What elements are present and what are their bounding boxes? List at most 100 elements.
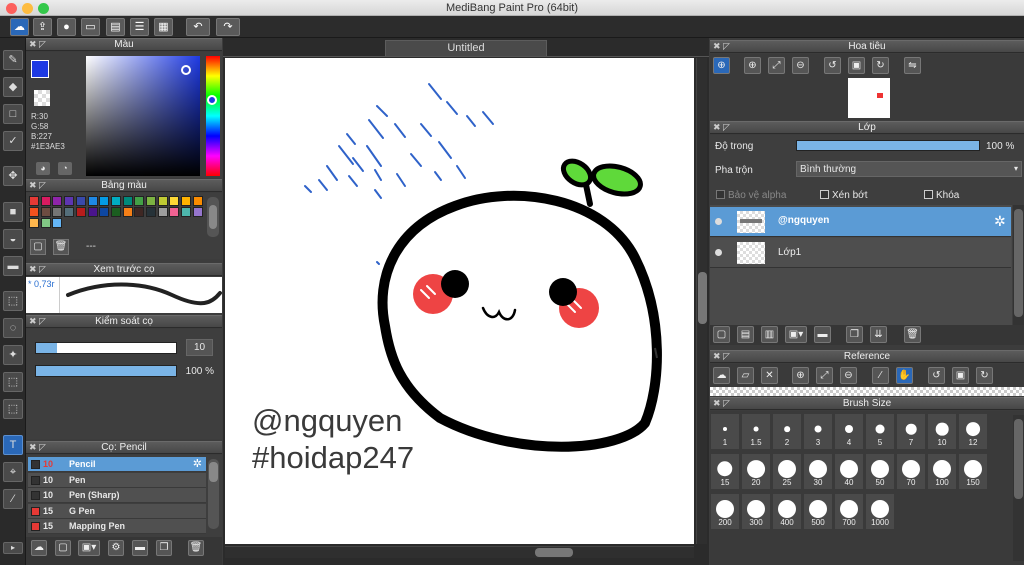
add-layer-menu-icon[interactable]: ▣▾ [785,326,807,343]
brush-size-cell[interactable]: 1 [710,413,740,450]
pen-icon[interactable]: ✓ [3,131,23,151]
saturation-value-picker[interactable] [86,56,200,176]
main-color-swatch[interactable] [31,60,49,78]
brush-list-item[interactable]: 15 G Pen [28,503,206,519]
brush-size-cell[interactable]: 70 [896,453,926,490]
brush-size-cell[interactable]: 300 [741,493,771,530]
duplicate-layer-icon[interactable]: ❐ [846,326,863,343]
palette-swatch[interactable] [169,207,180,217]
palette-swatch[interactable] [122,196,133,206]
brush-size-cell[interactable]: 40 [834,453,864,490]
clipping-checkbox[interactable]: Xén bớt [820,190,867,201]
brush-size-cell[interactable]: 1.5 [741,413,771,450]
layer-opacity-slider[interactable] [796,140,980,151]
transparent-swatch[interactable] [34,90,50,106]
magic-wand-icon[interactable]: ✦ [3,345,23,365]
palette-swatch[interactable] [169,196,180,206]
palette-swatch[interactable] [192,207,203,217]
palette-swatch[interactable] [192,196,203,206]
brush-opacity-slider[interactable] [35,365,177,377]
layer-scrollbar[interactable] [1013,205,1024,325]
document-tab[interactable]: Untitled [385,40,547,56]
ref-eyedropper-icon[interactable]: ⁄ [872,367,889,384]
palette-swatch[interactable] [40,218,51,228]
palette-swatch[interactable] [40,207,51,217]
palette-swatch[interactable] [40,196,51,206]
brush-size-scrollbar[interactable] [1013,415,1024,561]
eyedropper-icon[interactable]: ⁄ [3,489,23,509]
palette-swatch[interactable] [134,207,145,217]
brush-list-item[interactable]: 10 Pencil ✲ [28,457,206,472]
palette-swatch[interactable] [52,196,63,206]
grid-icon[interactable]: ▦ [154,18,173,36]
new-halftone-layer-icon[interactable]: ▤ [737,326,754,343]
brush-size-cell[interactable]: 700 [834,493,864,530]
text-icon[interactable]: T [3,435,23,455]
layer-row-lop1[interactable]: Lớp1 [710,238,1011,268]
palette-swatch[interactable] [146,196,156,206]
brush-size-cell[interactable]: 10 [927,413,957,450]
brush-list-item[interactable]: 10 Pen (Sharp) [28,488,206,503]
palette-scrollbar[interactable] [207,197,219,237]
brush-size-cell[interactable]: 400 [772,493,802,530]
flip-icon[interactable]: ⇋ [904,57,921,74]
palette-swatch[interactable] [110,196,121,206]
vertical-scrollbar[interactable] [696,58,707,544]
ref-rotate-right-icon[interactable]: ↻ [976,367,993,384]
zoom-in-icon[interactable]: ⊕ [713,57,730,74]
fill-rect-icon[interactable]: ■ [3,202,23,222]
zoom-in-icon-2[interactable]: ⊕ [744,57,761,74]
cloud-reference-icon[interactable]: ☁ [713,367,730,384]
palette-swatch[interactable] [64,196,75,206]
palette-swatch[interactable] [29,218,39,228]
brush-size-cell[interactable]: 1000 [865,493,895,530]
lock-checkbox[interactable]: Khóa [924,190,959,201]
rotate-right-icon[interactable]: ↻ [872,57,889,74]
brush-size-value[interactable]: 10 [186,339,213,356]
hand-icon[interactable]: ✋ [896,367,913,384]
open-folder-icon[interactable]: ▱ [737,367,754,384]
palette-swatch[interactable] [110,207,121,217]
brush-size-cell[interactable]: 30 [803,453,833,490]
brush-size-cell[interactable]: 50 [865,453,895,490]
select-eraser-icon[interactable]: ⬚ [3,399,23,419]
palette-swatch[interactable] [146,207,156,217]
ref-zoom-in-icon[interactable]: ⊕ [792,367,809,384]
palette-swatch[interactable] [99,196,110,206]
brush-list-scrollbar[interactable] [208,459,219,529]
ref-fit-icon[interactable]: ⤢ [816,367,833,384]
ref-zoom-out-icon[interactable]: ⊖ [840,367,857,384]
share-icon[interactable]: ⇪ [33,18,52,36]
zoom-out-icon[interactable]: ⊖ [792,57,809,74]
hue-slider-handle[interactable] [207,95,217,105]
trash-icon[interactable]: 🗑 [53,239,69,255]
operation-icon[interactable]: ⌖ [3,462,23,482]
palette-swatch[interactable] [75,196,86,206]
brush-icon[interactable]: ✎ [3,50,23,70]
horizontal-scrollbar[interactable] [225,546,694,558]
brush-list-item[interactable]: 10 Pen [28,472,206,488]
duplicate-icon[interactable]: ❐ [156,540,172,556]
eraser-icon[interactable]: ◆ [3,77,23,97]
hue-slider[interactable] [206,56,220,176]
chat-icon[interactable]: ● [57,18,76,36]
gear-icon[interactable]: ✲ [193,457,202,471]
palette-swatch[interactable] [157,196,168,206]
expand-icon[interactable]: ▸ [3,542,23,554]
palette-swatch[interactable] [122,207,133,217]
palette-swatch[interactable] [29,207,39,217]
brush-size-cell[interactable]: 500 [803,493,833,530]
reset-view-icon[interactable]: ▣ [848,57,865,74]
close-window-button[interactable] [6,3,17,14]
page-icon[interactable]: ▤ [106,18,125,36]
lasso-icon[interactable]: ◌ [3,318,23,338]
rectangle-icon[interactable]: □ [3,104,23,124]
reference-canvas[interactable] [710,387,1024,396]
minimize-window-button[interactable] [22,3,33,14]
brush-size-cell[interactable]: 5 [865,413,895,450]
rotate-left-icon[interactable]: ↺ [824,57,841,74]
palette-swatch[interactable] [87,196,98,206]
blend-mode-select[interactable]: Bình thường ▾ [796,161,1022,177]
visibility-icon[interactable] [715,249,722,256]
palette-swatch[interactable] [181,196,192,206]
